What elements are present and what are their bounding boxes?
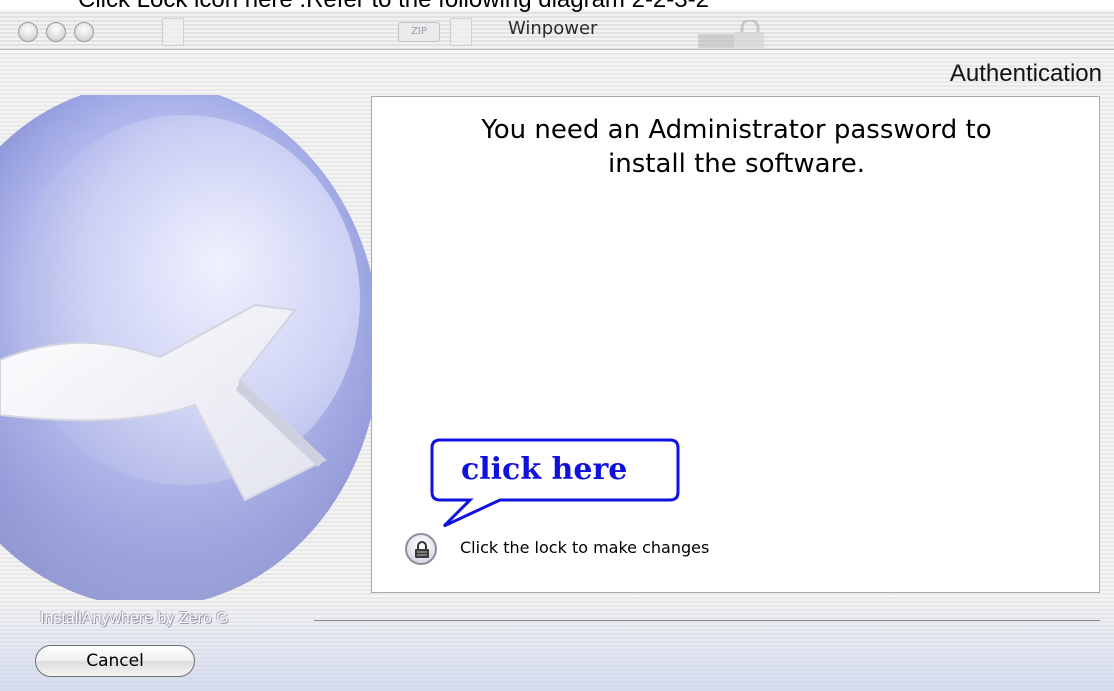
zip-archive-icon: ZIP [398, 22, 440, 42]
window-title: Winpower [508, 18, 598, 39]
cancel-button[interactable]: Cancel [35, 645, 195, 677]
padlock-icon [698, 20, 764, 48]
click-here-callout [430, 438, 680, 528]
document-icon [450, 18, 472, 46]
instruction-caption: Click Lock icon here .Refer to the follo… [78, 0, 978, 16]
admin-password-message: You need an Administrator password to in… [372, 113, 1101, 181]
section-title: Authentication [949, 60, 1102, 87]
message-line: You need an Administrator password to [481, 115, 992, 145]
document-icon [162, 18, 184, 46]
message-line: install the software. [608, 149, 865, 179]
minimize-window-button[interactable] [46, 22, 66, 42]
close-window-button[interactable] [18, 22, 38, 42]
zoom-window-button[interactable] [74, 22, 94, 42]
window-title-bar[interactable]: ZIP Winpower [0, 10, 1114, 50]
lock-icon [415, 541, 429, 558]
installer-brand-label: InstallAnywhere by Zero G [40, 610, 229, 627]
footer-divider [314, 620, 1100, 621]
installanywhere-logo-graphic [0, 95, 380, 600]
callout-label: click here [461, 452, 628, 487]
